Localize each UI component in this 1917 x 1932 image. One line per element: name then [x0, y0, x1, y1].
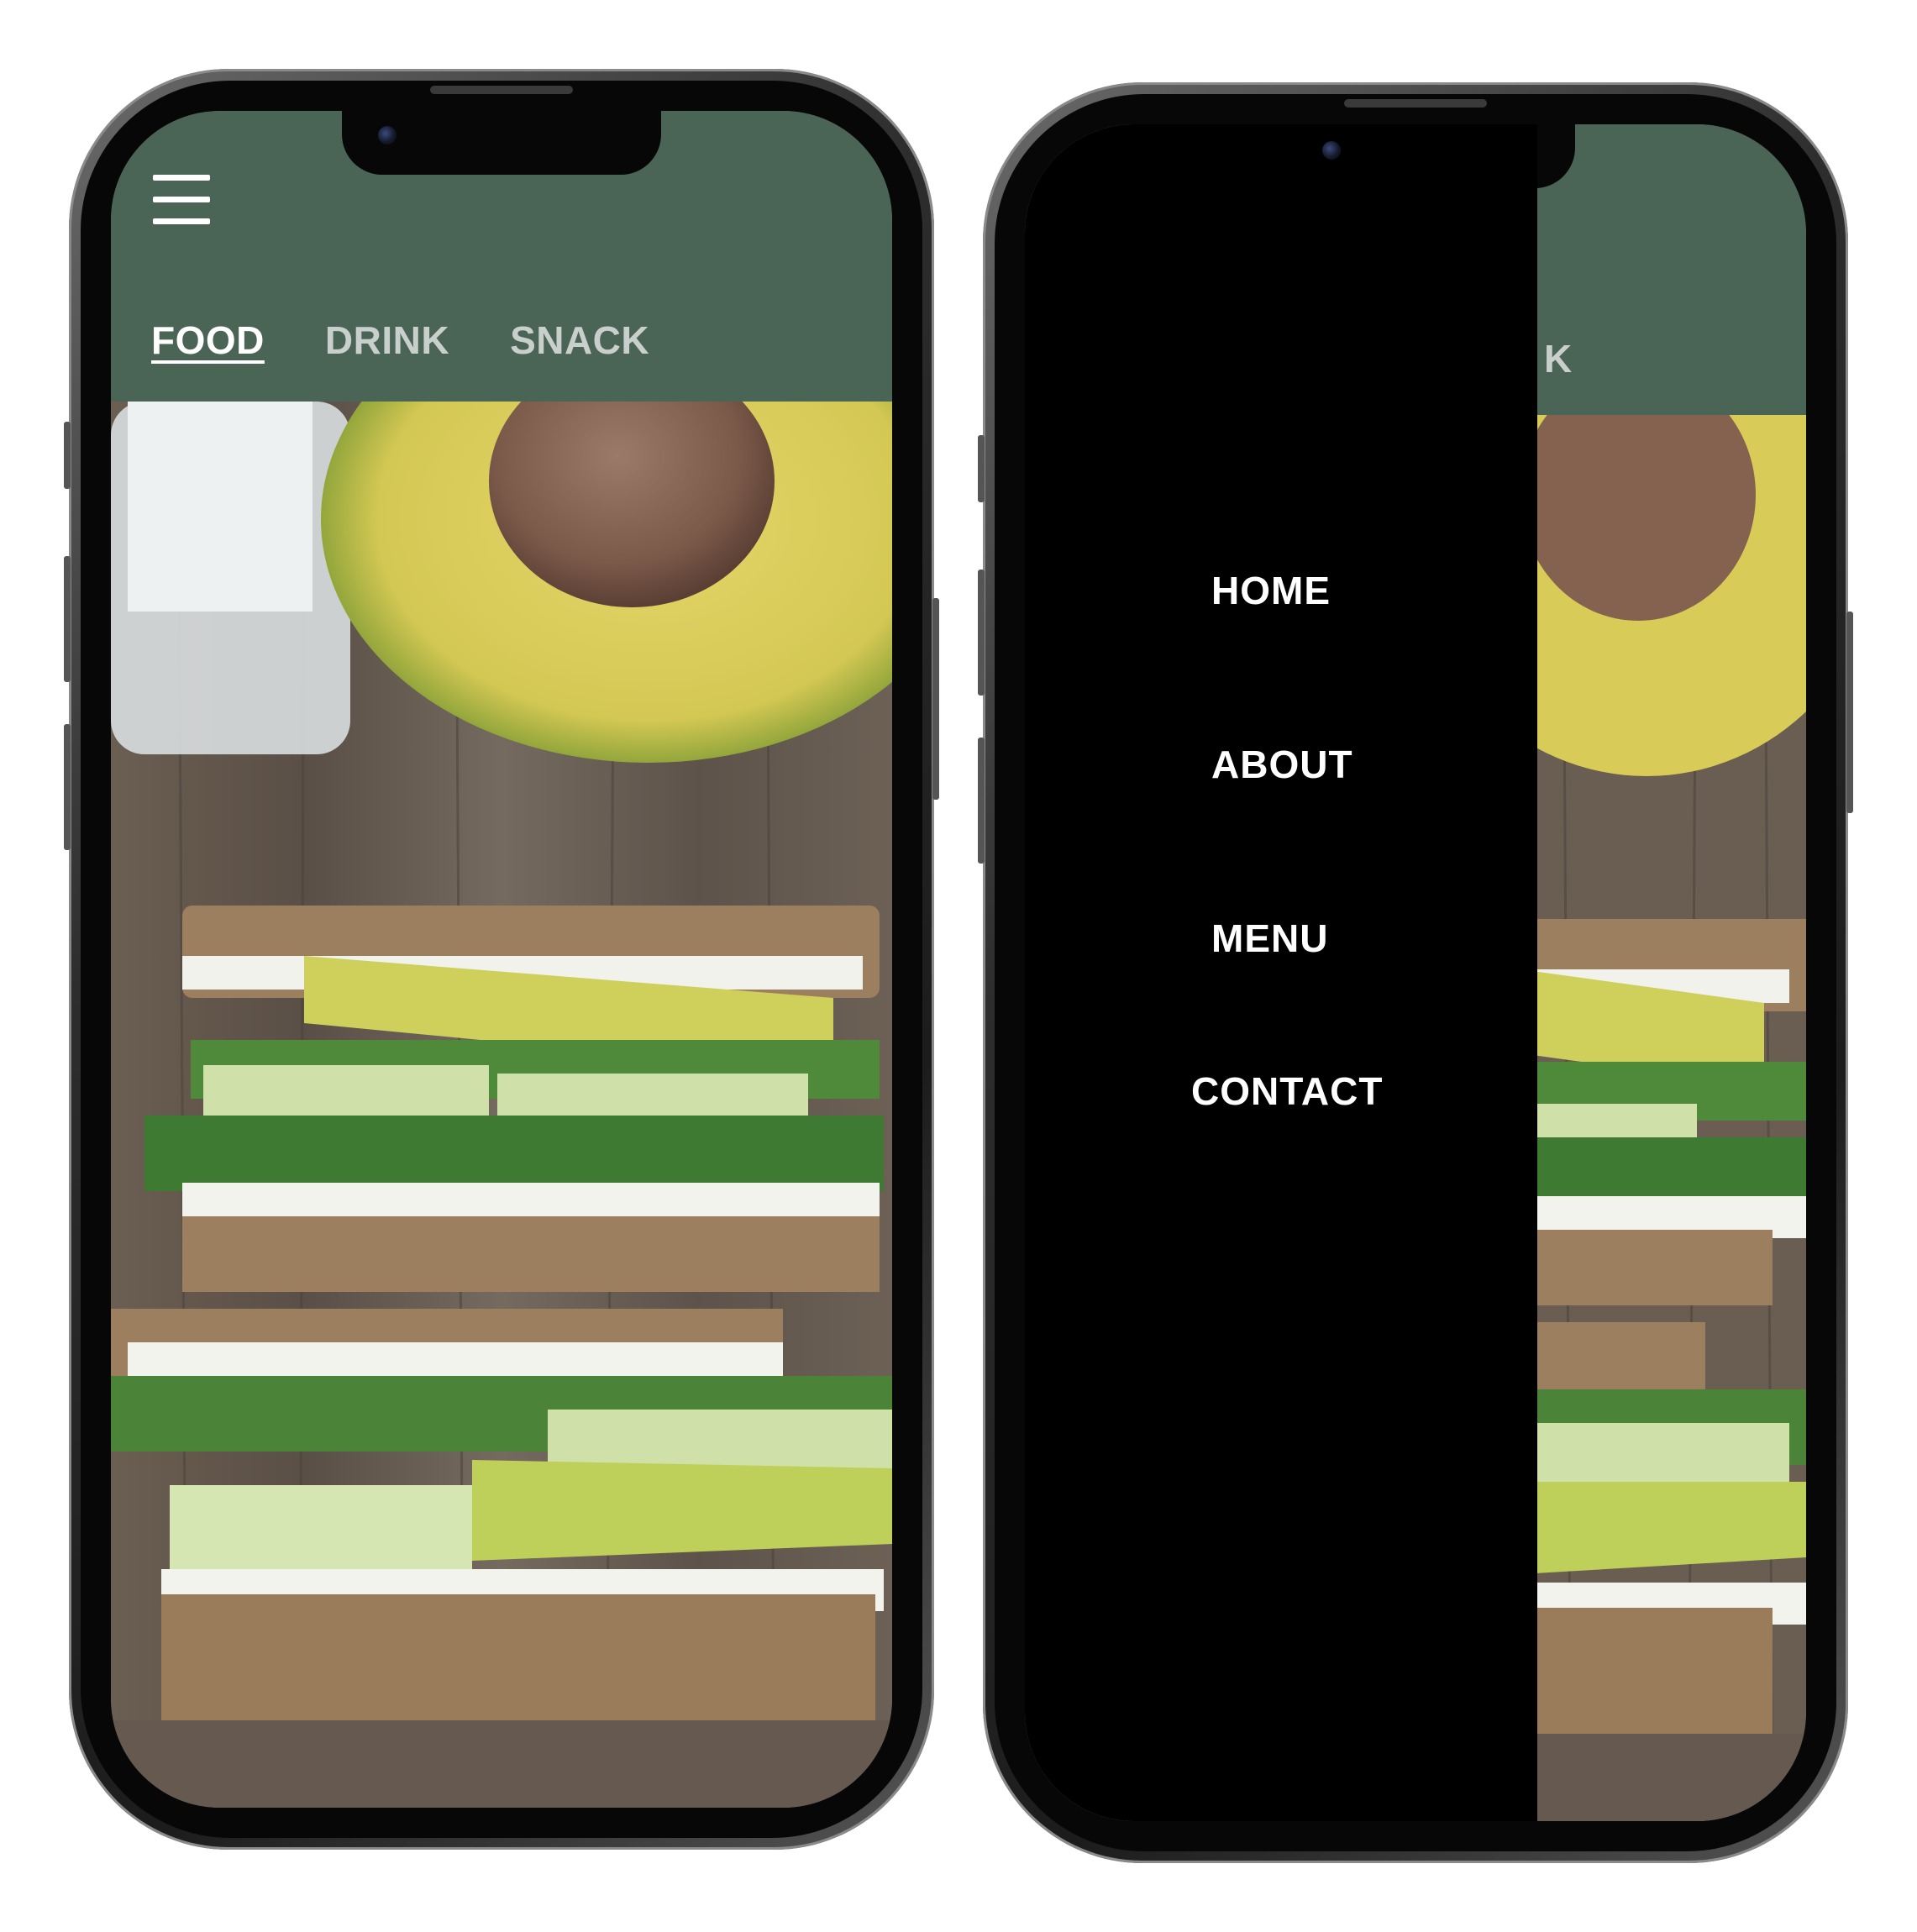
hamburger-icon[interactable]	[153, 175, 210, 225]
drawer-item-menu[interactable]: MENU	[1211, 916, 1328, 961]
side-button	[978, 738, 985, 864]
side-button	[64, 556, 71, 682]
tab-food[interactable]: FOOD	[151, 318, 265, 363]
tab-snack[interactable]: SNACK	[510, 318, 649, 363]
side-button	[64, 422, 71, 489]
phone-frame-right: K HOME ABOUT MENU CONTACT	[978, 82, 1853, 1863]
front-camera	[378, 126, 397, 144]
drawer-item-contact[interactable]: CONTACT	[1191, 1068, 1383, 1114]
side-button	[978, 570, 985, 696]
side-button	[64, 724, 71, 850]
hero-photo	[111, 402, 892, 1808]
phone-frame-left: FOOD DRINK SNACK	[64, 69, 939, 1850]
drawer-item-about[interactable]: ABOUT	[1211, 742, 1353, 787]
speaker-grille	[1344, 99, 1487, 108]
speaker-grille	[430, 86, 573, 94]
app-screen-left: FOOD DRINK SNACK	[111, 111, 892, 1808]
avocado-sandwich-photo	[111, 402, 892, 1808]
app-screen-right: K HOME ABOUT MENU CONTACT	[1025, 124, 1806, 1821]
drawer-item-home[interactable]: HOME	[1211, 568, 1331, 613]
side-button	[1846, 612, 1853, 813]
side-drawer: HOME ABOUT MENU CONTACT	[1025, 124, 1537, 1821]
tab-snack-partial[interactable]: K	[1544, 336, 1573, 381]
side-button	[978, 435, 985, 502]
side-button	[932, 598, 939, 800]
tab-drink[interactable]: DRINK	[325, 318, 449, 363]
category-tabs: FOOD DRINK SNACK	[151, 318, 649, 363]
front-camera	[1322, 141, 1341, 160]
